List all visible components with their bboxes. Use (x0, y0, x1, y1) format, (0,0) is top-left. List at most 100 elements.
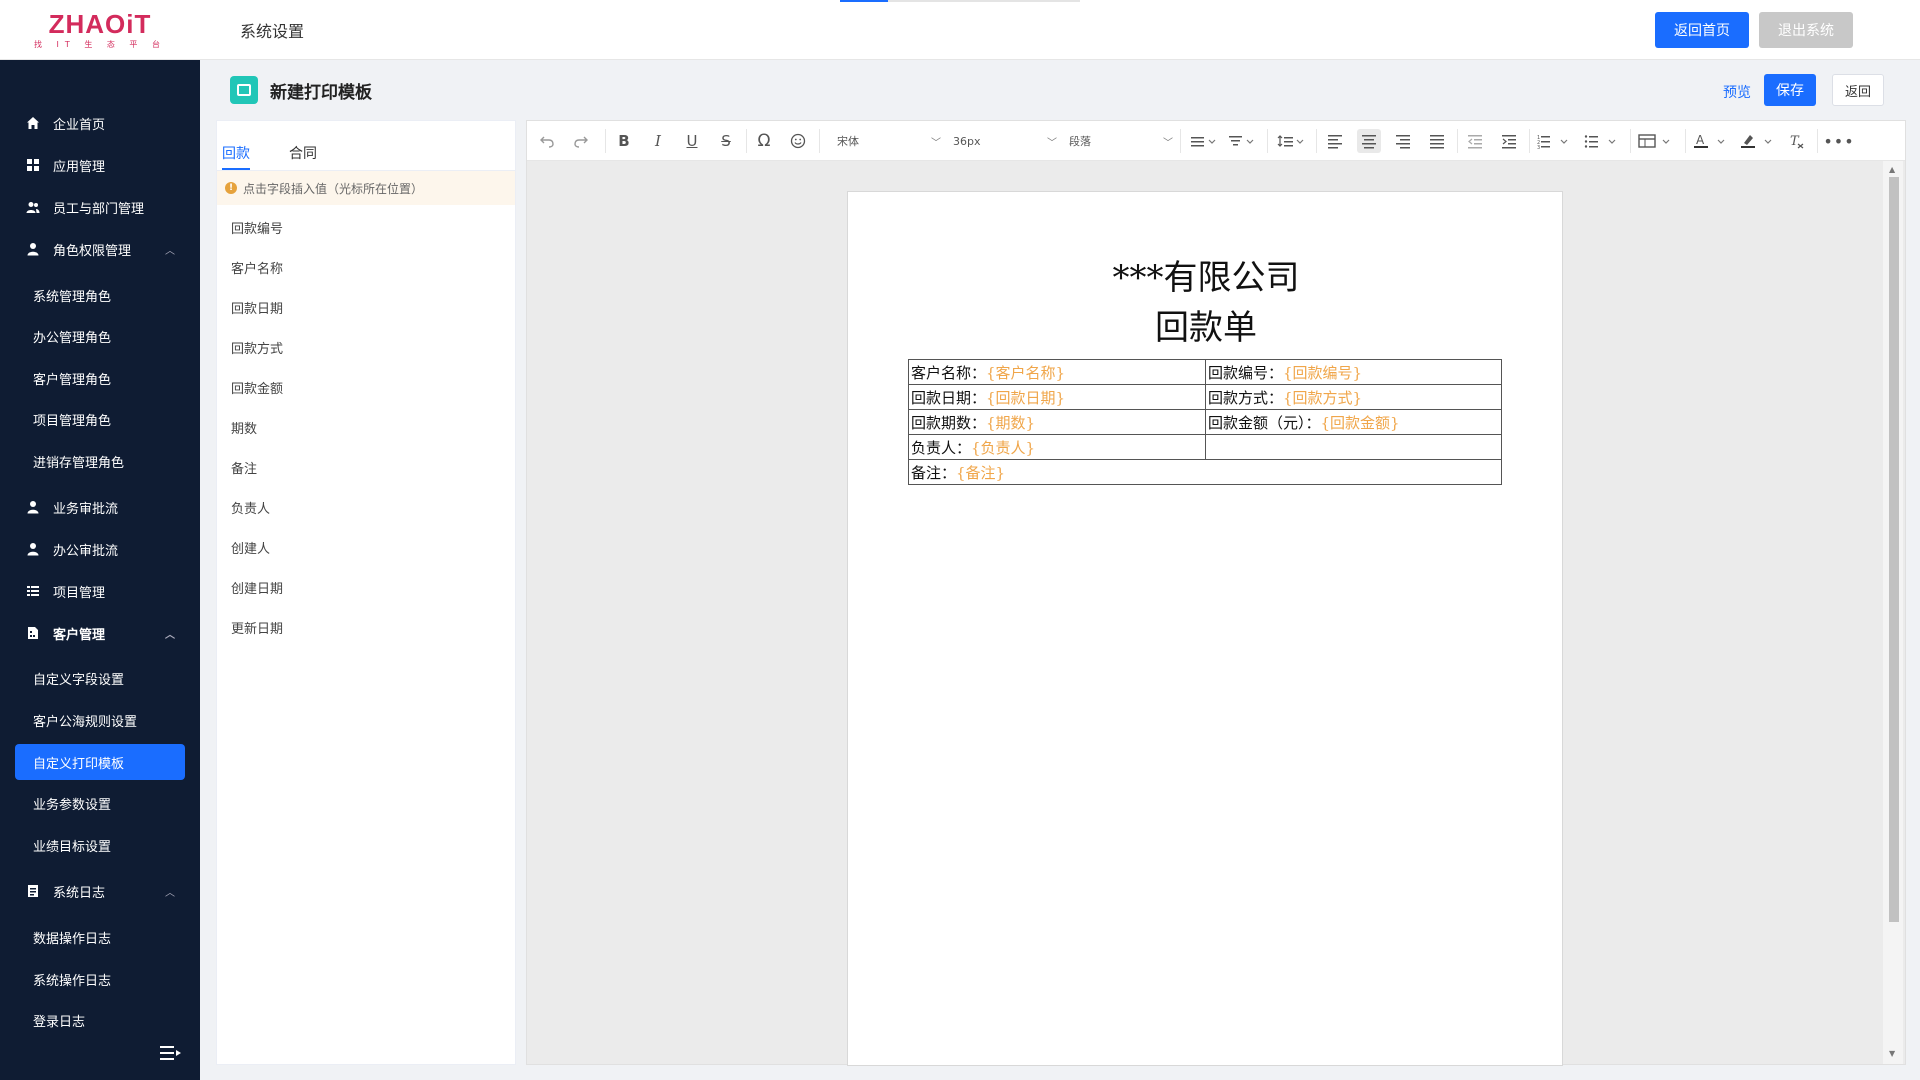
tab-contract[interactable]: 合同 (289, 143, 317, 163)
document-table: 客户名称：{客户名称} 回款编号：{回款编号} 回款日期：{回款日期} 回款方式… (908, 359, 1502, 485)
exit-system-button[interactable]: 退出系统 (1759, 12, 1853, 48)
svg-text:A: A (1696, 133, 1705, 147)
indent-spacing-icon[interactable] (1275, 129, 1309, 153)
sidebar-item-office-approval[interactable]: 办公审批流 (15, 531, 185, 567)
align-center-icon[interactable] (1357, 129, 1381, 153)
underline-icon[interactable]: U (680, 129, 704, 153)
redo-icon[interactable] (569, 129, 593, 153)
text-color-icon[interactable]: A (1692, 129, 1732, 153)
sidebar-subitem-print-template[interactable]: 自定义打印模板 (15, 744, 185, 780)
sidebar-subitem-label: 业务参数设置 (33, 797, 112, 813)
field-item[interactable]: 回款金额 (231, 378, 283, 397)
block-format-select[interactable]: 段落 ﹀ (1069, 131, 1173, 151)
field-item[interactable]: 客户名称 (231, 258, 283, 277)
sidebar-subitem-label: 自定义字段设置 (33, 672, 125, 688)
sidebar-subitem-public-pool-rules[interactable]: 客户公海规则设置 (15, 702, 185, 738)
bullet-list-icon[interactable] (1583, 129, 1623, 153)
indent-icon[interactable] (1497, 129, 1521, 153)
sidebar-item-project[interactable]: 项目管理 (15, 573, 185, 609)
sidebar-item-apps[interactable]: 应用管理 (15, 147, 185, 183)
scroll-up-icon[interactable]: ▲ (1889, 165, 1895, 174)
field-placeholder: {回款日期} (986, 388, 1066, 407)
document-page[interactable]: ***有限公司 回款单 客户名称：{客户名称} 回款编号：{回款编号} 回款日期… (847, 191, 1563, 1066)
sidebar-subitem-business-params[interactable]: 业务参数设置 (15, 785, 185, 821)
special-char-icon[interactable]: Ω (752, 129, 776, 153)
sidebar-item-home[interactable]: 企业首页 (15, 105, 185, 141)
sidebar-subitem-project-role[interactable]: 项目管理角色 (15, 401, 185, 437)
sidebar-item-label: 应用管理 (53, 159, 106, 175)
align-justify-icon[interactable] (1425, 129, 1449, 153)
sidebar-subitem-customer-role[interactable]: 客户管理角色 (15, 360, 185, 396)
table-cell: 回款日期：{回款日期} (908, 384, 1206, 410)
font-family-select[interactable]: 宋体 ﹀ (837, 131, 941, 151)
font-size-select[interactable]: 36px ﹀ (953, 131, 1057, 151)
sidebar-item-customer[interactable]: 客户管理 ︿ (15, 615, 185, 651)
scrollbar-thumb[interactable] (1889, 177, 1899, 922)
sidebar-subitem-label: 自定义打印模板 (33, 756, 125, 772)
save-button[interactable]: 保存 (1764, 74, 1816, 106)
sidebar-subitem-office-role[interactable]: 办公管理角色 (15, 318, 185, 354)
sidebar-subitem-system-operation-log[interactable]: 系统操作日志 (15, 961, 185, 997)
font-family-value: 宋体 (837, 135, 859, 148)
field-item[interactable]: 创建日期 (231, 578, 283, 597)
align-right-icon[interactable] (1391, 129, 1415, 153)
outdent-icon[interactable] (1463, 129, 1487, 153)
sidebar-subitem-system-role[interactable]: 系统管理角色 (15, 277, 185, 313)
numbered-list-icon[interactable]: 123 (1535, 129, 1575, 153)
emoji-icon[interactable] (786, 129, 810, 153)
field-placeholder: {期数} (986, 413, 1036, 432)
cell-label: 回款日期： (911, 388, 987, 407)
sidebar-item-staff[interactable]: 员工与部门管理 (15, 189, 185, 225)
sidebar-subitem-inventory-role[interactable]: 进销存管理角色 (15, 443, 185, 479)
clear-format-icon[interactable]: T (1785, 129, 1809, 153)
field-item[interactable]: 备注 (231, 458, 257, 477)
user-icon (25, 499, 41, 515)
field-item[interactable]: 回款编号 (231, 218, 283, 237)
table-icon[interactable] (1637, 129, 1677, 153)
sidebar-subitem-custom-fields[interactable]: 自定义字段设置 (15, 660, 185, 696)
preview-link[interactable]: 预览 (1723, 82, 1751, 102)
italic-icon[interactable]: I (646, 129, 670, 153)
bold-icon[interactable]: B (612, 129, 636, 153)
sidebar-collapse-icon[interactable] (160, 1045, 182, 1066)
logo[interactable]: ZHAOiT 找 IT 生 态 平 台 (0, 0, 200, 60)
sidebar-item-business-approval[interactable]: 业务审批流 (15, 489, 185, 525)
align-left-icon[interactable] (1323, 129, 1347, 153)
field-item[interactable]: 回款日期 (231, 298, 283, 317)
back-button[interactable]: 返回 (1832, 74, 1884, 106)
more-icon[interactable]: ••• (1823, 129, 1853, 153)
sidebar-item-roles[interactable]: 角色权限管理 ︿ (15, 231, 185, 267)
field-item[interactable]: 回款方式 (231, 338, 283, 357)
table-row: 回款日期：{回款日期} 回款方式：{回款方式} (908, 384, 1502, 410)
cell-label: 客户名称： (911, 363, 987, 382)
field-item[interactable]: 负责人 (231, 498, 270, 517)
line-height-icon[interactable] (1187, 129, 1221, 153)
block-format-value: 段落 (1069, 135, 1091, 148)
field-placeholder: {回款金额} (1320, 413, 1400, 432)
scroll-down-icon[interactable]: ▼ (1889, 1049, 1895, 1058)
cell-label: 回款方式： (1208, 388, 1284, 407)
strikethrough-icon[interactable]: S (714, 129, 738, 153)
logo-subtext: 找 IT 生 态 平 台 (34, 39, 166, 49)
tab-payment[interactable]: 回款 (222, 143, 250, 163)
sidebar-item-system-log[interactable]: 系统日志 ︿ (15, 873, 185, 909)
field-panel: 回款 合同 ! 点击字段插入值（光标所在位置） 回款编号 客户名称 回款日期 回… (216, 120, 516, 1065)
field-item[interactable]: 创建人 (231, 538, 270, 557)
editor-scrollbar[interactable]: ▲ ▼ (1883, 161, 1903, 1064)
field-item[interactable]: 更新日期 (231, 618, 283, 637)
back-to-home-button[interactable]: 返回首页 (1655, 12, 1749, 48)
highlight-color-icon[interactable] (1739, 129, 1779, 153)
sidebar-subitem-data-log[interactable]: 数据操作日志 (15, 919, 185, 955)
table-row: 负责人：{负责人} (908, 434, 1502, 460)
sidebar-subitem-performance-goals[interactable]: 业绩目标设置 (15, 827, 185, 863)
building-icon (25, 625, 41, 641)
chevron-up-icon: ︿ (165, 887, 175, 899)
paragraph-spacing-icon[interactable] (1225, 129, 1259, 153)
undo-icon[interactable] (535, 129, 559, 153)
top-progress-active (840, 0, 888, 2)
font-size-value: 36px (953, 134, 981, 148)
sidebar-subitem-login-log[interactable]: 登录日志 (15, 1002, 185, 1038)
sidebar-item-label: 角色权限管理 (53, 243, 132, 259)
sidebar-item-label: 员工与部门管理 (53, 201, 145, 217)
field-item[interactable]: 期数 (231, 418, 257, 437)
